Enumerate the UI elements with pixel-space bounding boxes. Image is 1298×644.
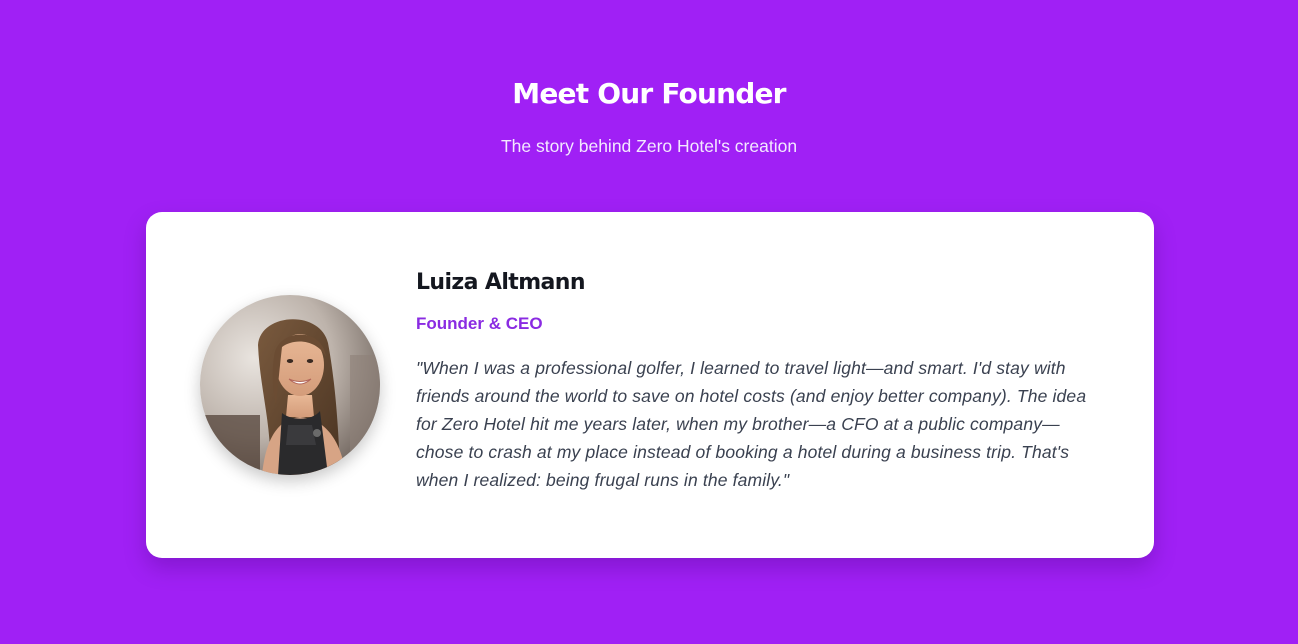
section-subtitle: The story behind Zero Hotel's creation [500,136,798,156]
founder-name: Luiza Altmann [416,270,586,295]
founder-photo [200,295,380,475]
founder-quote: "When I was a professional golfer, I lea… [416,358,1087,490]
section-title: Meet Our Founder [512,77,786,110]
founder-role: Founder & CEO [416,314,543,333]
founder-card: Luiza Altmann Founder & CEO "When I was … [146,212,1154,558]
founder-section: Meet Our Founder The story behind Zero H… [0,0,1298,644]
founder-info: Luiza Altmann Founder & CEO "When I was … [416,264,1106,494]
